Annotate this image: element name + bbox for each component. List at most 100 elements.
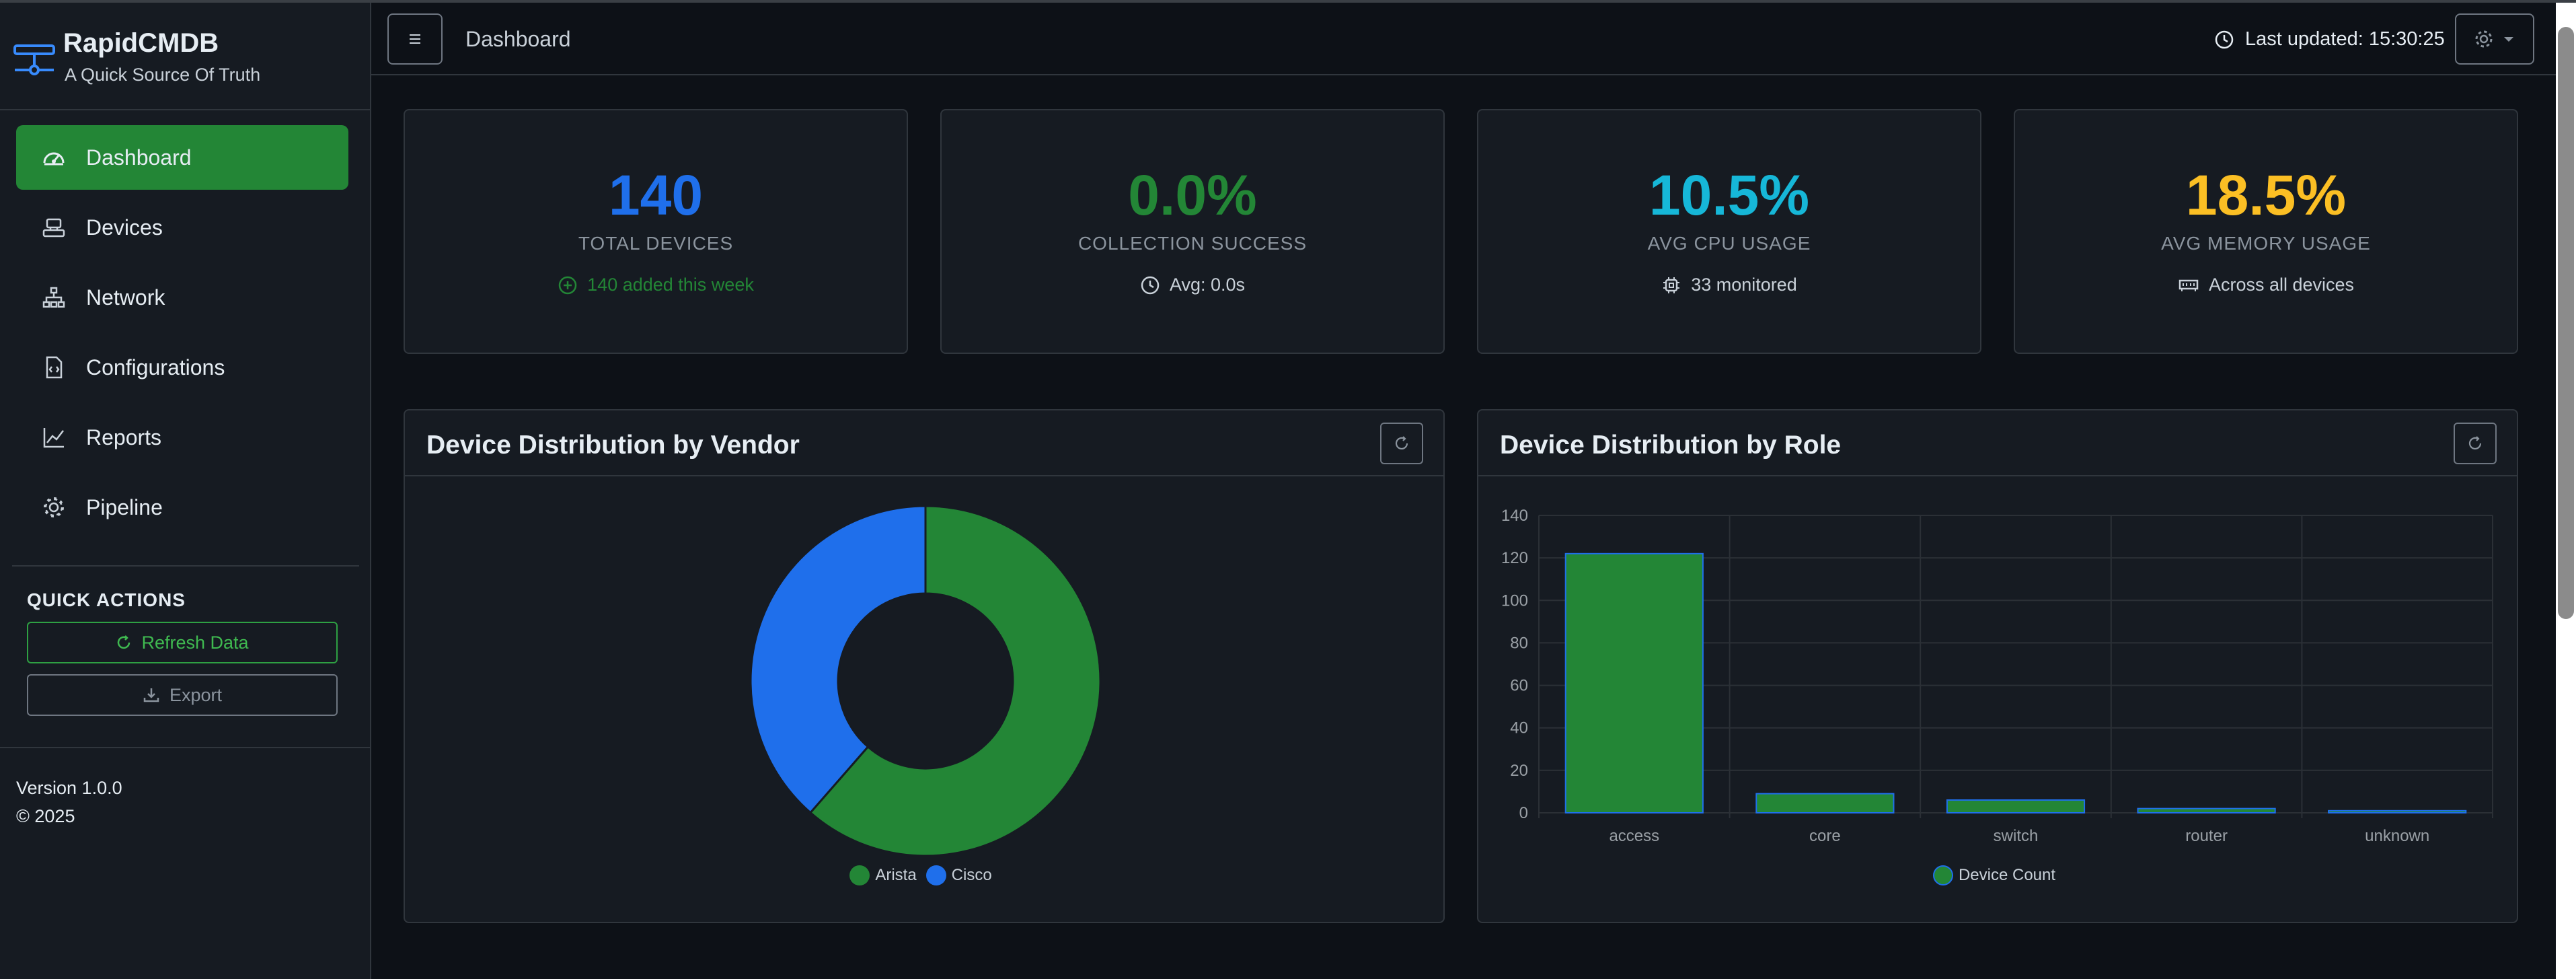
stat-sub: 140 added this week: [405, 275, 907, 295]
diagram-icon: [42, 287, 65, 308]
refresh-data-label: Refresh Data: [141, 632, 249, 653]
bar-switch[interactable]: [1946, 799, 2086, 813]
sidebar-item-pipeline[interactable]: Pipeline: [16, 475, 348, 540]
x-tick-label: unknown: [2365, 827, 2429, 845]
x-tick-label: core: [1809, 827, 1841, 845]
stat-sub-text: Across all devices: [2208, 275, 2355, 295]
y-tick-label: 40: [1510, 719, 1528, 737]
stat-card-avg-cpu: 10.5% AVG CPU USAGE 33 monitored: [1477, 109, 1981, 354]
caret-down-icon: [2504, 37, 2513, 42]
sidebar: RapidCMDB A Quick Source Of Truth Dashbo…: [0, 3, 371, 979]
top-bar: Dashboard Last updated: 15:30:25: [371, 3, 2556, 75]
legend-label: Arista: [875, 866, 917, 884]
stat-sub: Across all devices: [2015, 275, 2517, 295]
sidebar-item-devices[interactable]: Devices: [16, 195, 348, 260]
stat-value: 0.0%: [1128, 164, 1257, 227]
vendor-chart-legend: Arista Cisco: [405, 865, 1446, 885]
clock-icon: [1141, 276, 1160, 294]
page-title: Dashboard: [465, 27, 571, 51]
devices-icon: [42, 218, 65, 238]
sidebar-item-label: Reports: [86, 425, 162, 449]
memory-icon: [2179, 279, 2199, 291]
refresh-icon: [2468, 436, 2482, 449]
settings-dropdown-button[interactable]: [2455, 13, 2534, 65]
chart-header: Device Distribution by Role: [1478, 410, 2517, 476]
chart-title: Device Distribution by Vendor: [426, 431, 800, 460]
export-label: Export: [169, 684, 223, 705]
version-info: Version 1.0.0 © 2025: [16, 774, 122, 830]
legend-item-arista[interactable]: Arista: [849, 865, 917, 885]
file-code-icon: [46, 356, 63, 379]
export-button[interactable]: Export: [27, 674, 338, 716]
vendor-donut-chart: [749, 505, 1102, 857]
hamburger-icon: [410, 34, 420, 44]
x-tick-label: switch: [1994, 827, 2039, 845]
refresh-icon: [1395, 436, 1408, 449]
legend-label: Device Count: [1958, 866, 2056, 884]
brand[interactable]: RapidCMDB A Quick Source Of Truth: [13, 26, 363, 93]
download-icon: [143, 688, 159, 702]
stat-card-collection-success: 0.0% COLLECTION SUCCESS Avg: 0.0s: [940, 109, 1445, 354]
sidebar-item-network[interactable]: Network: [16, 265, 348, 330]
y-tick-label: 100: [1501, 591, 1528, 610]
scrollbar-thumb[interactable]: [2558, 27, 2574, 619]
sidebar-item-label: Dashboard: [86, 145, 192, 170]
stat-card-total-devices: 140 TOTAL DEVICES 140 added this week: [404, 109, 908, 354]
stat-sub: Avg: 0.0s: [942, 275, 1443, 295]
gear-icon: [2475, 30, 2493, 48]
y-tick-label: 120: [1501, 549, 1528, 567]
role-chart-legend: Device Count: [1478, 865, 2520, 885]
bar-router[interactable]: [2137, 807, 2276, 813]
sidebar-divider: [0, 747, 370, 748]
legend-swatch: [1932, 865, 1953, 885]
stat-card-avg-memory: 18.5% AVG MEMORY USAGE Across all device…: [2014, 109, 2518, 354]
stat-label: AVG CPU USAGE: [1647, 233, 1811, 254]
refresh-data-button[interactable]: Refresh Data: [27, 622, 338, 663]
cpu-icon: [1663, 277, 1680, 293]
sidebar-item-label: Devices: [86, 215, 163, 240]
graph-up-icon: [43, 428, 64, 448]
quick-actions-title: QUICK ACTIONS: [27, 589, 186, 610]
speedometer-icon: [43, 152, 65, 166]
bar-core[interactable]: [1755, 793, 1895, 814]
sidebar-item-configurations[interactable]: Configurations: [16, 335, 348, 400]
legend-item-device-count[interactable]: Device Count: [1932, 865, 2056, 885]
y-tick-label: 0: [1519, 804, 1528, 822]
stat-sub-text: Avg: 0.0s: [1169, 275, 1246, 295]
x-tick-label: access: [1609, 827, 1659, 845]
refresh-role-chart-button[interactable]: [2454, 423, 2497, 464]
app-name: RapidCMDB: [63, 28, 219, 58]
legend-swatch: [849, 865, 870, 885]
bar-access[interactable]: [1564, 552, 1704, 813]
y-tick-label: 140: [1501, 507, 1528, 525]
chart-header: Device Distribution by Vendor: [405, 410, 1443, 476]
role-bar-chart: 0 20 40 60 80 100 120 140 access core switch router…: [1501, 507, 2493, 845]
sidebar-item-reports[interactable]: Reports: [16, 405, 348, 470]
refresh-icon: [118, 635, 130, 649]
sidebar-divider: [12, 565, 359, 567]
y-tick-label: 60: [1510, 677, 1528, 695]
refresh-vendor-chart-button[interactable]: [1380, 423, 1423, 464]
stat-value: 18.5%: [2185, 164, 2347, 227]
stat-label: COLLECTION SUCCESS: [1077, 233, 1308, 254]
stat-sub-text: 33 monitored: [1691, 275, 1797, 295]
bar-unknown[interactable]: [2328, 809, 2467, 814]
sidebar-divider: [0, 109, 370, 110]
gear-icon: [44, 497, 64, 517]
sidebar-item-label: Configurations: [86, 355, 225, 379]
legend-item-cisco[interactable]: Cisco: [925, 865, 992, 885]
stat-value: 10.5%: [1649, 164, 1810, 227]
sidebar-toggle-button[interactable]: [387, 13, 443, 65]
stat-label: TOTAL DEVICES: [578, 233, 734, 254]
stat-sub: 33 monitored: [1478, 275, 1980, 295]
sidebar-item-label: Pipeline: [86, 495, 163, 519]
sidebar-item-dashboard[interactable]: Dashboard: [16, 125, 348, 190]
server-network-icon: [13, 44, 55, 75]
role-chart-card: Device Distribution by Role 0 20 40 60 80 100…: [1477, 409, 2518, 923]
chart-title: Device Distribution by Role: [1500, 431, 1842, 460]
legend-label: Cisco: [951, 866, 992, 884]
app-tagline: A Quick Source Of Truth: [65, 65, 261, 85]
copyright-text: © 2025: [16, 806, 75, 826]
clock-icon: [2215, 30, 2234, 48]
x-tick-label: router: [2185, 827, 2228, 845]
